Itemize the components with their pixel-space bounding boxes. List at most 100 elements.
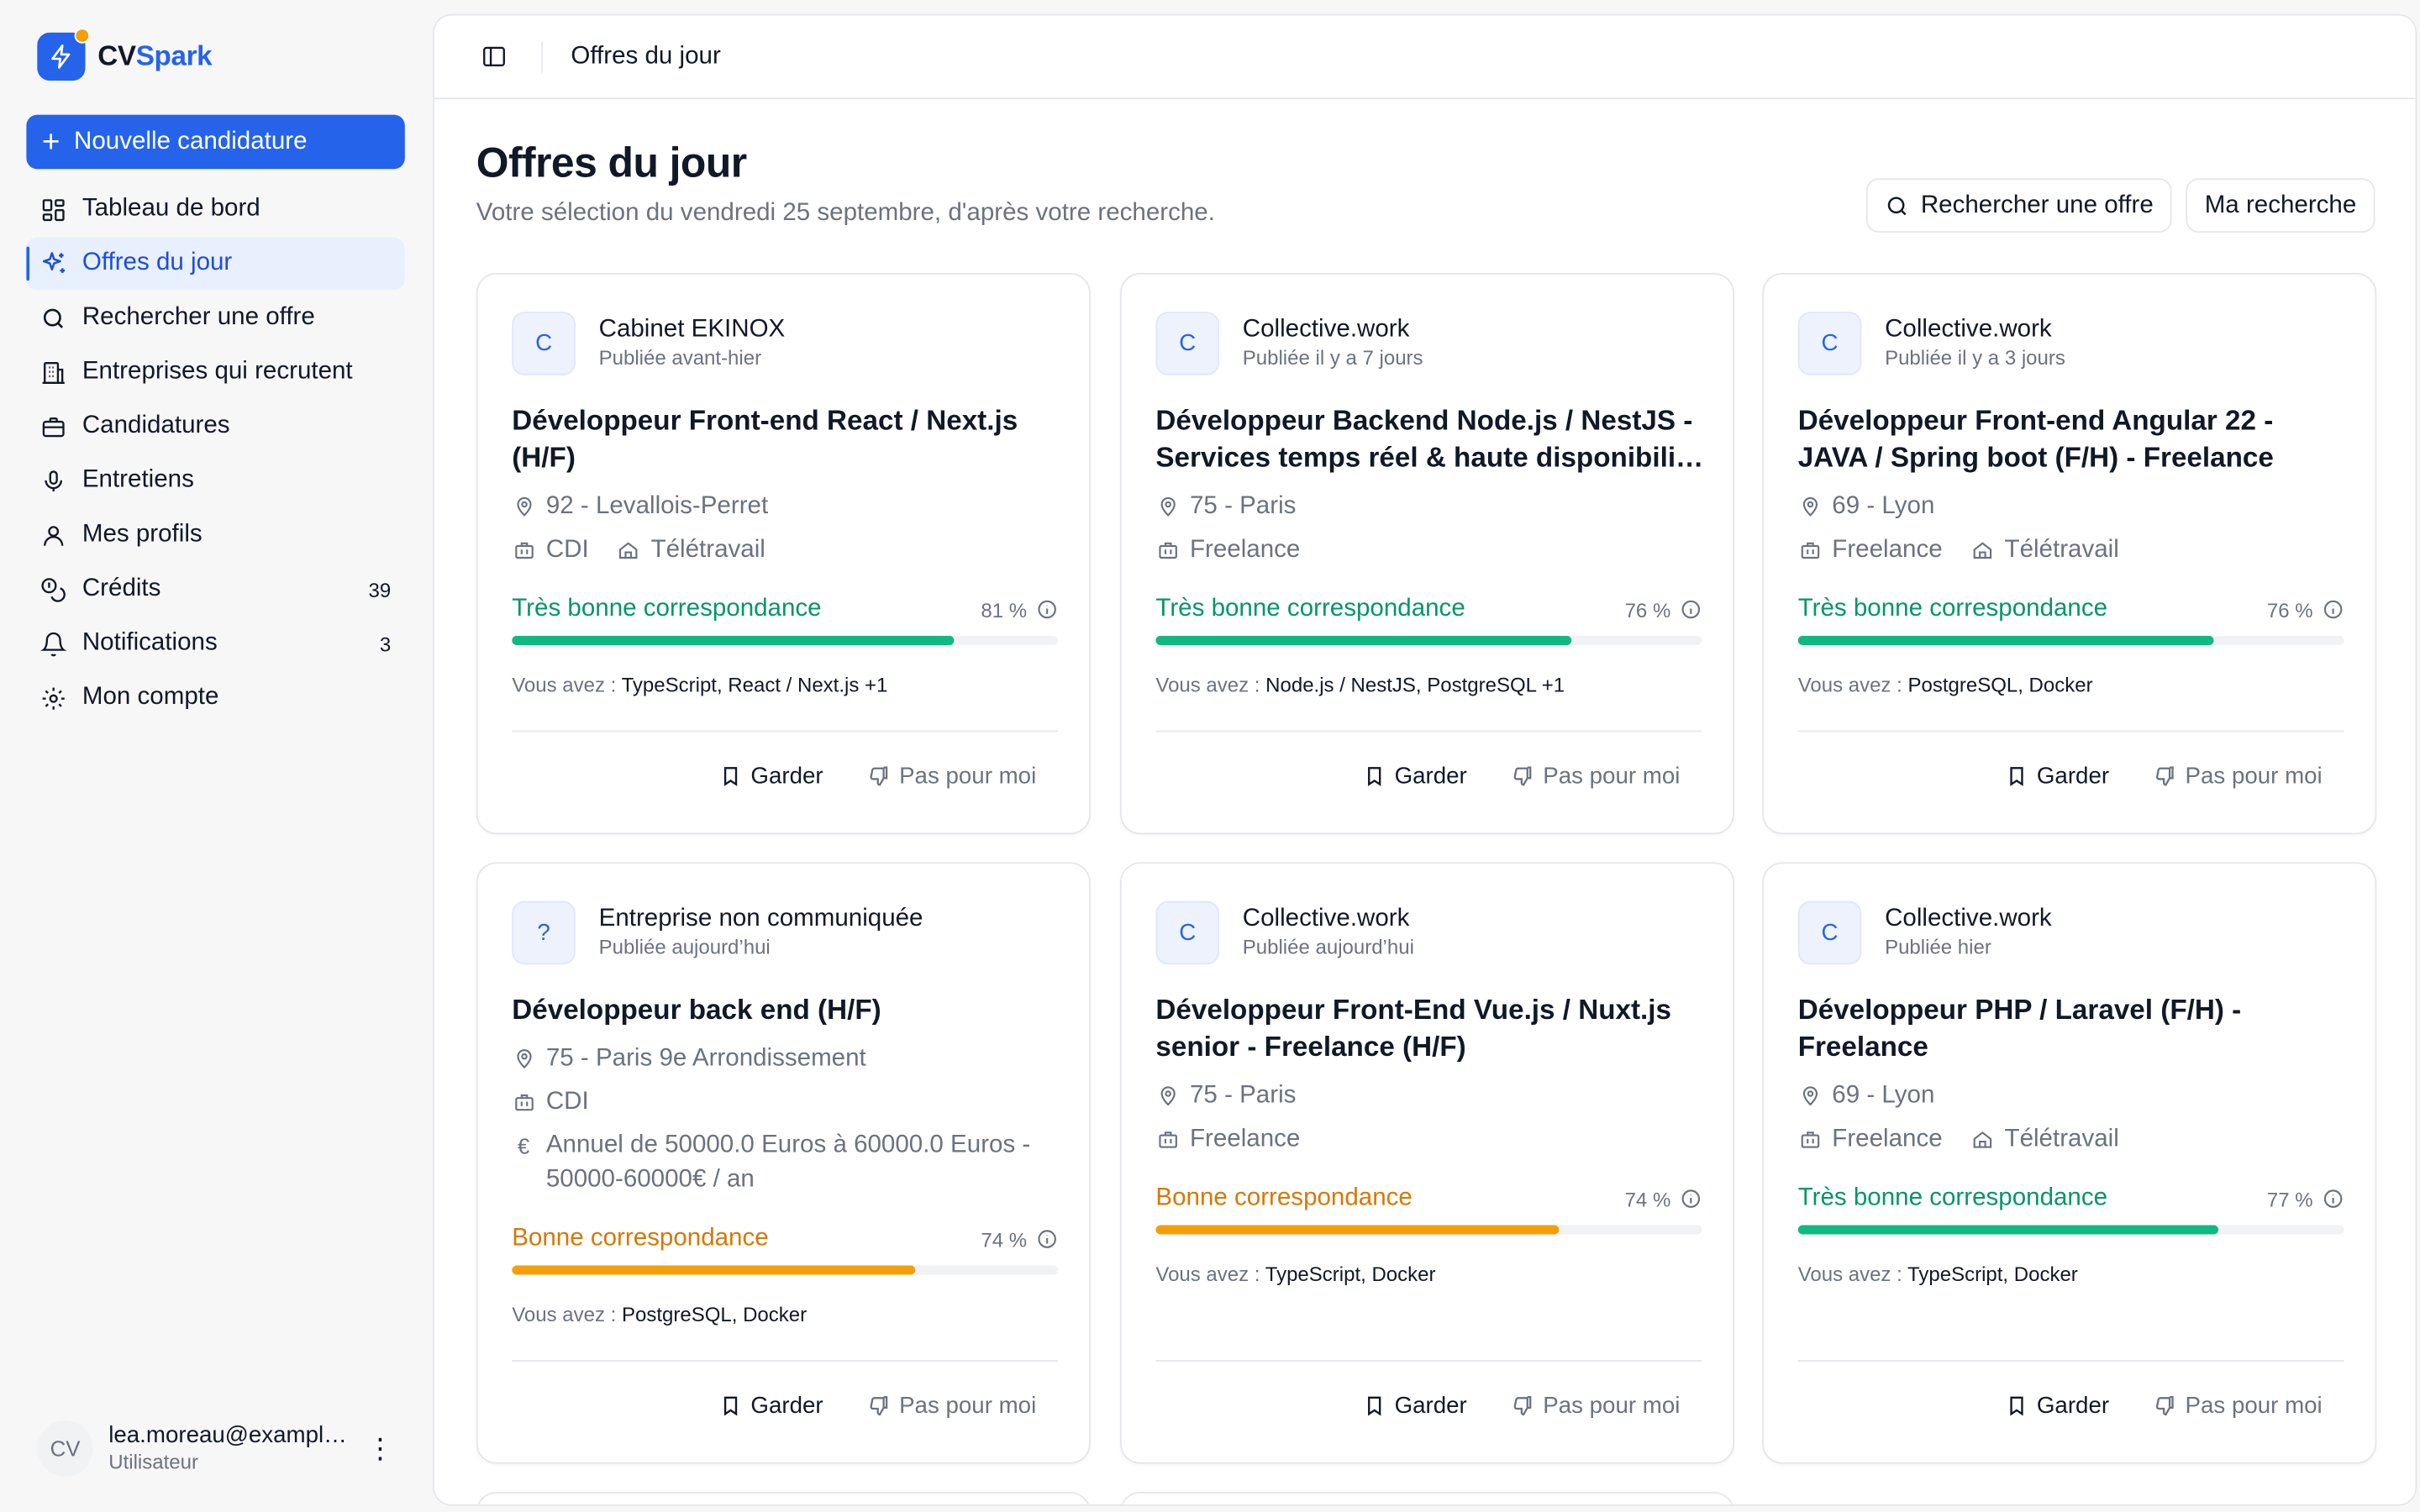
matched-skills: Vous avez : TypeScript, Docker [1155, 1263, 1702, 1286]
logo-dot [74, 28, 91, 44]
match-percent-text: 74 % [1624, 1187, 1671, 1210]
sidebar-item-offres-du-jour[interactable]: Offres du jour [26, 237, 405, 291]
card-actions: Garder Pas pour moi [1364, 1393, 1680, 1419]
bookmark-icon [1364, 1394, 1386, 1418]
job-contract: Freelance [1155, 533, 1707, 568]
keep-button[interactable]: Garder [2006, 763, 2110, 790]
job-title[interactable]: Développeur PHP / Laravel (F/H) - Freela… [1798, 991, 2350, 1066]
keep-button[interactable]: Garder [1364, 1393, 1467, 1419]
info-icon[interactable] [2323, 599, 2344, 621]
sidebar-item-mon-compte[interactable]: Mon compte [26, 671, 404, 724]
search-offer-label: Rechercher une offre [1920, 192, 2154, 218]
my-search-button[interactable]: Ma recherche [2186, 178, 2375, 233]
company-header: C Collective.work Publiée aujourd’hui [1155, 900, 1414, 965]
job-title[interactable]: Développeur Front-End Vue.js / Nuxt.js s… [1155, 991, 1707, 1066]
info-icon[interactable] [1036, 599, 1058, 621]
match-bar [1155, 635, 1702, 645]
contract-type: Freelance [1190, 1126, 1301, 1152]
thumbs-down-icon [866, 764, 890, 788]
job-title[interactable]: Développeur Backend Node.js / NestJS - S… [1155, 402, 1707, 476]
match-percent-text: 76 % [1624, 597, 1671, 622]
keep-button[interactable]: Garder [2006, 1393, 2109, 1419]
job-contract: CDI Télétravail [512, 533, 1064, 568]
contract-type: CDI [545, 1089, 589, 1116]
posted-date: Publiée aujourd’hui [1242, 935, 1414, 959]
coins-icon [39, 575, 68, 604]
search-icon [39, 303, 68, 333]
match-percent: 76 % [1624, 597, 1702, 622]
keep-label: Garder [2036, 763, 2110, 790]
not-for-me-button[interactable]: Pas pour moi [1510, 763, 1680, 790]
card-divider [512, 1360, 1059, 1362]
match-label: Bonne correspondance [1155, 1184, 1413, 1211]
company-logo: C [512, 312, 576, 375]
sidebar-item-tableau-de-bord[interactable]: Tableau de bord [26, 183, 404, 236]
briefcase-icon [512, 533, 535, 568]
user-menu[interactable]: CV lea.moreau@example.com Utilisateur ⋮ [37, 1420, 409, 1477]
not-for-me-button[interactable]: Pas pour moi [866, 1393, 1036, 1419]
offer-card[interactable]: C Collective.work Publiée aujourd’hui Dével… [1119, 862, 1734, 1464]
keep-button[interactable]: Garder [720, 763, 823, 790]
offer-card[interactable]: C Cabinet EKINOX Publiée avant-hier Dévelop… [476, 272, 1091, 835]
posted-date: Publiée il y a 7 jours [1242, 346, 1423, 370]
sidebar-nav: Tableau de bord Offres du jour Rechercher … [26, 183, 405, 726]
company-header: C Cabinet EKINOX Publiée avant-hier [512, 312, 785, 375]
sidebar-item-label: Mon compte [82, 684, 219, 711]
app-logo[interactable]: CVSpark [37, 28, 213, 81]
info-icon[interactable] [2323, 1188, 2344, 1210]
not-for-me-button[interactable]: Pas pour moi [2153, 1393, 2323, 1419]
sidebar-item-entreprises-qui-recrutent[interactable]: Entreprises qui recrutent [26, 346, 404, 399]
info-icon[interactable] [1680, 1188, 1702, 1210]
thumbs-down-icon [1510, 1394, 1534, 1418]
match-score: Très bonne correspondance 81 % [512, 596, 1059, 645]
sidebar-item-credits[interactable]: Crédits 39 [26, 563, 404, 616]
info-icon[interactable] [1680, 599, 1702, 621]
offer-card[interactable]: ? Entreprise non communiquée Publiée aujou… [476, 862, 1091, 1464]
job-title[interactable]: Développeur Front-end React / Next.js (H… [512, 402, 1064, 476]
home-icon [1970, 1123, 1994, 1158]
posted-date: Publiée aujourd’hui [598, 935, 771, 959]
salary-text: Annuel de 50000.0 Euros à 60000.0 Euros … [545, 1131, 1031, 1193]
not-for-me-label: Pas pour moi [899, 763, 1037, 790]
offer-card[interactable]: C Collective.work Publiée hier Développeur … [1762, 862, 2377, 1464]
sidebar-toggle-icon[interactable] [478, 41, 509, 72]
sidebar-item-mes-profils[interactable]: Mes profils [26, 509, 404, 562]
offer-card[interactable]: C Collective.work Publiée il y a 7 jours Dé… [1119, 272, 1734, 835]
sidebar-item-rechercher-une-offre[interactable]: Rechercher une offre [26, 291, 404, 344]
new-application-button[interactable]: + Nouvelle candidature [26, 114, 405, 170]
posted-date: Publiée hier [1885, 935, 1991, 959]
job-title[interactable]: Développeur Front-end Angular 22 - JAVA … [1798, 402, 2350, 476]
keep-button[interactable]: Garder [1364, 763, 1467, 790]
euro-icon: € [517, 1133, 530, 1159]
map-pin-icon [1798, 1079, 1822, 1114]
search-offer-button[interactable]: Rechercher une offre [1866, 178, 2172, 233]
job-contract: Freelance Télétravail [1798, 533, 2350, 568]
sidebar-item-count: 39 [368, 577, 392, 601]
match-bar-fill [1797, 1225, 2219, 1235]
sidebar-item-candidatures[interactable]: Candidatures [26, 400, 404, 453]
sidebar-item-notifications[interactable]: Notifications 3 [26, 617, 404, 670]
not-for-me-button[interactable]: Pas pour moi [866, 763, 1037, 790]
not-for-me-button[interactable]: Pas pour moi [2153, 763, 2323, 790]
offer-card-partial[interactable] [476, 1492, 1091, 1504]
more-vertical-icon[interactable]: ⋮ [366, 1433, 394, 1466]
match-percent: 77 % [2267, 1187, 2344, 1210]
keep-label: Garder [1394, 1392, 1467, 1420]
skills-list: TypeScript, Docker [1265, 1262, 1436, 1286]
offer-card-partial[interactable] [1119, 1492, 1734, 1504]
offer-card[interactable]: C Collective.work Publiée il y a 3 jours Dé… [1762, 272, 2377, 835]
not-for-me-button[interactable]: Pas pour moi [1510, 1393, 1680, 1419]
job-title[interactable]: Développeur back end (H/F) [512, 991, 1064, 1028]
briefcase-icon [512, 1085, 535, 1120]
sidebar-item-label: Candidatures [82, 412, 230, 439]
keep-label: Garder [1394, 763, 1467, 790]
user-icon [39, 520, 68, 549]
skills-prefix: Vous avez : [1797, 673, 1902, 696]
sidebar-item-label: Notifications [82, 629, 218, 656]
sidebar-item-entretiens[interactable]: Entretiens [26, 454, 404, 507]
posted-date: Publiée avant-hier [598, 346, 762, 370]
sidebar-item-label: Entretiens [82, 466, 194, 494]
bookmark-icon [2006, 764, 2028, 788]
info-icon[interactable] [1036, 1228, 1058, 1250]
keep-button[interactable]: Garder [720, 1393, 823, 1419]
